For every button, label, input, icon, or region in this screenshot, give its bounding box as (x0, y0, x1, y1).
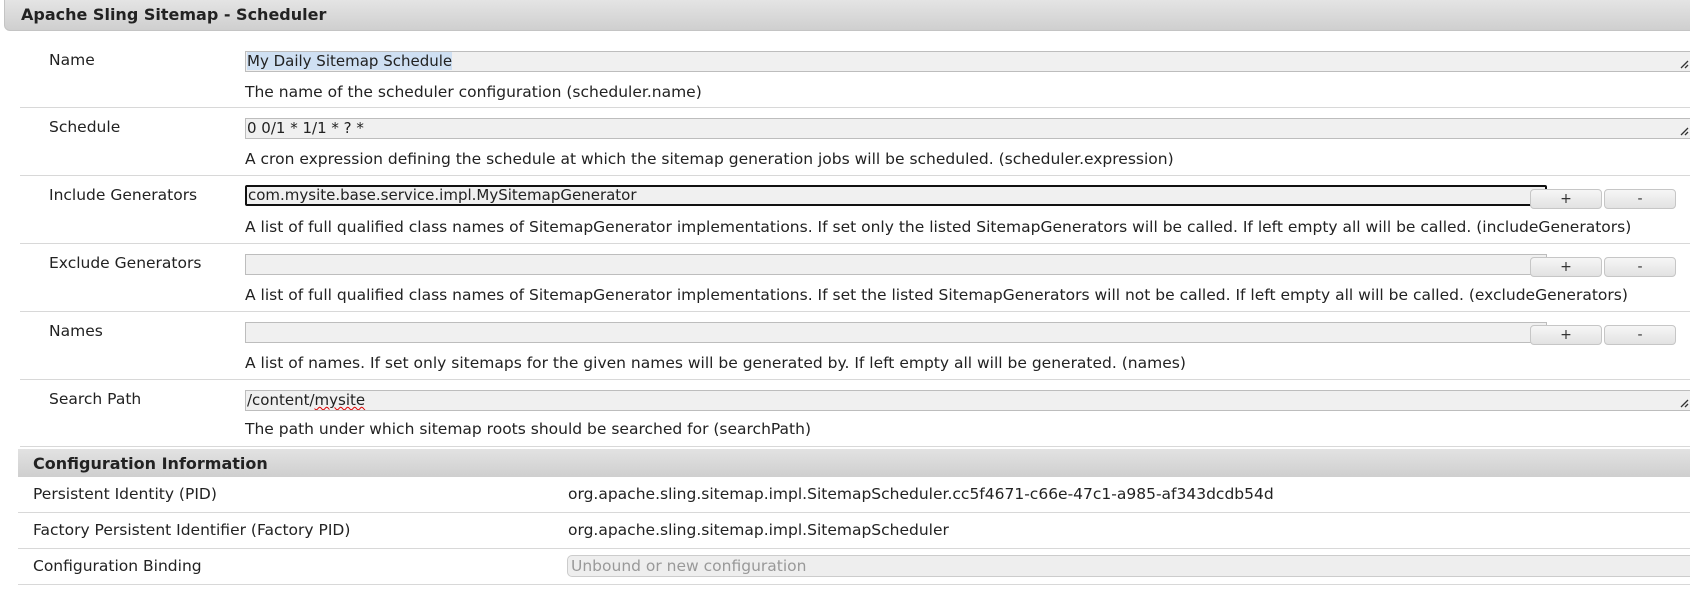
configuration-information-header: Configuration Information (18, 449, 1690, 477)
property-row-names: Names + - A list of names. If set only s… (20, 312, 1690, 380)
property-description: A cron expression defining the schedule … (245, 150, 1174, 168)
search-path-input[interactable]: /content/mysite (245, 390, 1690, 411)
property-row-exclude-generators: Exclude Generators + - A list of full qu… (20, 244, 1690, 312)
schedule-input[interactable]: 0 0/1 * 1/1 * ? * (245, 118, 1690, 139)
info-row-factory-pid: Factory Persistent Identifier (Factory P… (18, 513, 1690, 549)
schedule-input-value: 0 0/1 * 1/1 * ? * (247, 119, 364, 137)
property-label: Include Generators (49, 186, 198, 204)
property-description: A list of full qualified class names of … (245, 218, 1632, 236)
info-row-pid: Persistent Identity (PID) org.apache.sli… (18, 477, 1690, 513)
info-label: Configuration Binding (33, 557, 202, 575)
remove-name-button[interactable]: - (1604, 325, 1676, 345)
dialog-title: Apache Sling Sitemap - Scheduler (21, 5, 327, 24)
add-name-button[interactable]: + (1530, 325, 1602, 345)
remove-include-generator-button[interactable]: - (1604, 189, 1676, 209)
dialog-titlebar: Apache Sling Sitemap - Scheduler (4, 0, 1690, 31)
property-label: Name (49, 51, 95, 69)
property-description: The name of the scheduler configuration … (245, 83, 702, 101)
search-path-value-misspelled: mysite (314, 391, 366, 409)
property-description: The path under which sitemap roots shoul… (245, 420, 811, 438)
property-row-name: Name My Daily Sitemap Schedule The name … (20, 41, 1690, 108)
factory-pid-value: org.apache.sling.sitemap.impl.SitemapSch… (568, 521, 949, 539)
add-exclude-generator-button[interactable]: + (1530, 257, 1602, 277)
property-row-schedule: Schedule 0 0/1 * 1/1 * ? * A cron expres… (20, 108, 1690, 176)
property-row-include-generators: Include Generators com.mysite.base.servi… (20, 176, 1690, 244)
names-input[interactable] (245, 322, 1547, 343)
property-label: Search Path (49, 390, 142, 408)
exclude-generators-input[interactable] (245, 254, 1547, 275)
name-input-value: My Daily Sitemap Schedule (247, 52, 453, 70)
info-row-configuration-binding: Configuration Binding Unbound or new con… (18, 549, 1690, 585)
section-title: Configuration Information (33, 454, 268, 473)
configuration-binding-field[interactable]: Unbound or new configuration (567, 555, 1690, 577)
add-include-generator-button[interactable]: + (1530, 189, 1602, 209)
name-input[interactable]: My Daily Sitemap Schedule (245, 51, 1690, 72)
info-label: Factory Persistent Identifier (Factory P… (33, 521, 351, 539)
info-label: Persistent Identity (PID) (33, 485, 217, 503)
property-label: Names (49, 322, 103, 340)
search-path-value-prefix: /content/ (247, 391, 315, 409)
remove-exclude-generator-button[interactable]: - (1604, 257, 1676, 277)
resize-grip-icon[interactable] (1679, 398, 1689, 408)
include-generators-input-value: com.mysite.base.service.impl.MySitemapGe… (248, 186, 637, 204)
resize-grip-icon[interactable] (1679, 59, 1689, 69)
property-row-search-path: Search Path /content/mysite The path und… (20, 380, 1690, 447)
property-label: Exclude Generators (49, 254, 202, 272)
property-description: A list of names. If set only sitemaps fo… (245, 354, 1186, 372)
include-generators-input[interactable]: com.mysite.base.service.impl.MySitemapGe… (245, 185, 1547, 206)
pid-value: org.apache.sling.sitemap.impl.SitemapSch… (568, 485, 1274, 503)
property-label: Schedule (49, 118, 121, 136)
resize-grip-icon[interactable] (1679, 126, 1689, 136)
property-description: A list of full qualified class names of … (245, 286, 1628, 304)
